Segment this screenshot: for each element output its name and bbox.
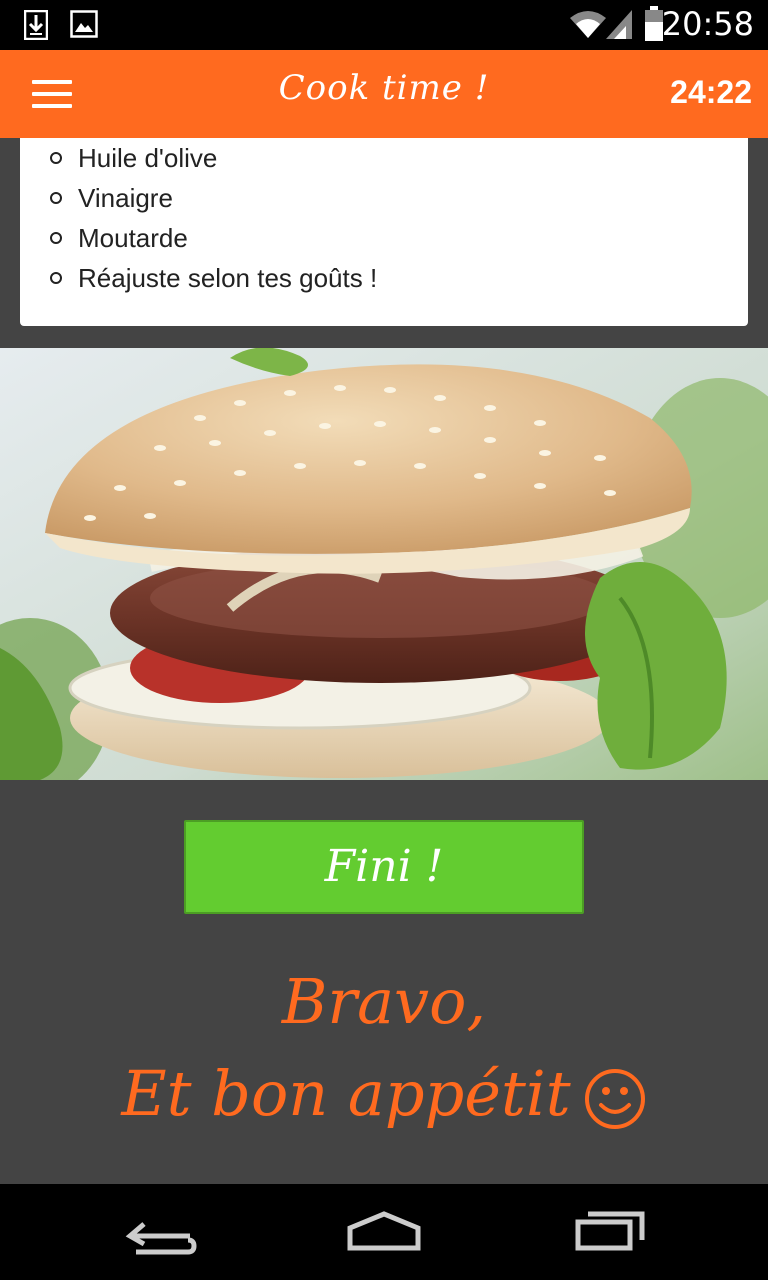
ingredient-label: Réajuste selon tes goûts ! <box>78 263 378 293</box>
bullet-icon <box>50 232 62 244</box>
signal-icon <box>606 10 632 39</box>
status-time: 20:58 <box>661 5 754 43</box>
navigation-bar <box>0 1184 768 1280</box>
wifi-icon <box>570 11 606 38</box>
congrats-line-2-text: Et bon appétit <box>121 1057 571 1130</box>
image-icon <box>70 10 98 38</box>
home-icon[interactable] <box>334 1200 434 1264</box>
app-title: Cook time ! <box>278 68 490 108</box>
cook-timer: 24:22 <box>670 74 752 110</box>
bullet-icon <box>50 152 62 164</box>
ingredients-list: Huile d'olive Vinaigre Moutarde Réajuste… <box>20 138 748 300</box>
ingredient-label: Vinaigre <box>78 183 173 213</box>
ingredients-card: Huile d'olive Vinaigre Moutarde Réajuste… <box>20 138 748 326</box>
back-icon[interactable] <box>110 1200 210 1264</box>
app-bar: Cook time ! 24:22 <box>0 50 768 138</box>
list-item: Moutarde <box>20 220 748 260</box>
bullet-icon <box>50 272 62 284</box>
bullet-icon <box>50 192 62 204</box>
burger-illustration <box>0 348 768 780</box>
congrats-line-2: Et bon appétit <box>0 1048 768 1140</box>
burger-photo <box>0 348 768 780</box>
congrats-line-1: Bravo, <box>281 965 487 1038</box>
list-item: Réajuste selon tes goûts ! <box>20 260 748 300</box>
list-item: Huile d'olive <box>20 140 748 180</box>
status-bar: 20:58 <box>0 0 768 50</box>
ingredient-label: Huile d'olive <box>78 143 218 173</box>
congrats-message: Bravo, Et bon appétit <box>0 956 768 1140</box>
download-icon <box>24 10 48 40</box>
smiley-icon <box>584 1068 645 1129</box>
finish-button[interactable]: Fini ! <box>184 820 584 914</box>
list-item: Vinaigre <box>20 180 748 220</box>
recent-apps-icon[interactable] <box>558 1200 658 1264</box>
ingredient-label: Moutarde <box>78 223 188 253</box>
